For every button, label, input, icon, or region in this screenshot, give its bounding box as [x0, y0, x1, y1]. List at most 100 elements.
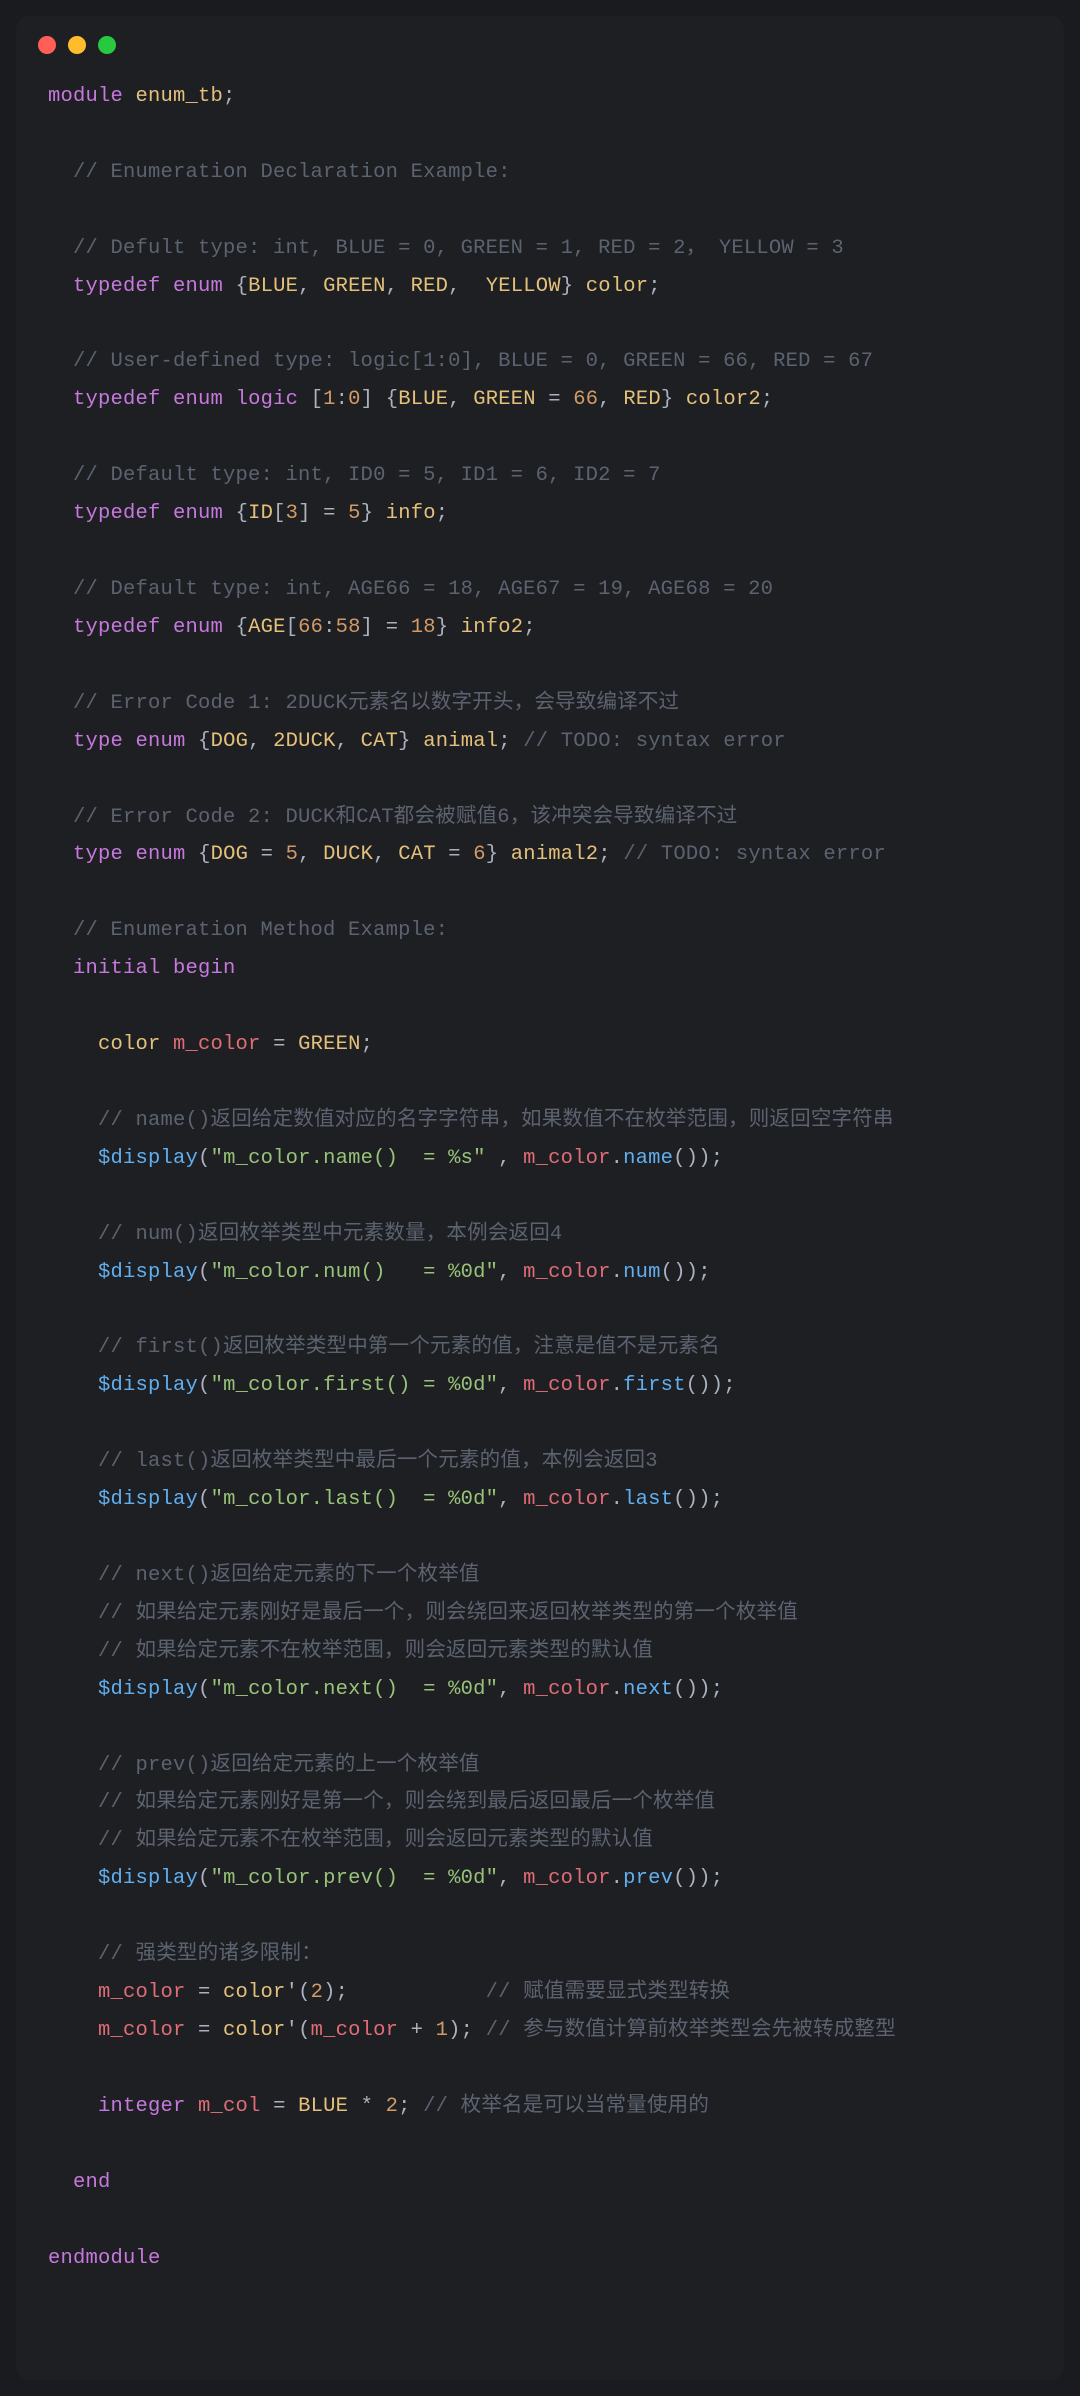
number: 1 [323, 388, 336, 411]
variable: m_color [523, 1261, 611, 1284]
code-window: module enum_tb; // Enumeration Declarati… [16, 16, 1064, 2380]
type-name: info [386, 502, 436, 525]
variable: m_col [198, 2095, 261, 2118]
keyword-typedef: typedef [73, 275, 161, 298]
type-name: animal [423, 730, 498, 753]
number: 66 [573, 388, 598, 411]
enum-val: RED [623, 388, 661, 411]
keyword-type: type [73, 843, 123, 866]
enum-val: BLUE [298, 2095, 348, 2118]
comment: // Default type: int, ID0 = 5, ID1 = 6, … [73, 464, 661, 487]
enum-val: GREEN [298, 1033, 361, 1056]
enum-val: CAT [361, 730, 399, 753]
type-name: color2 [686, 388, 761, 411]
string: "m_color.name() = %s" [211, 1147, 486, 1170]
variable: m_color [173, 1033, 261, 1056]
number: 5 [348, 502, 361, 525]
variable: m_color [523, 1147, 611, 1170]
keyword-enum: enum [173, 616, 223, 639]
keyword-module: module [48, 85, 123, 108]
number: 6 [473, 843, 486, 866]
enum-val: DUCK [323, 843, 373, 866]
fn-display: $display [98, 1147, 198, 1170]
comment: // next()返回给定元素的下一个枚举值 [98, 1564, 480, 1587]
close-icon[interactable] [38, 36, 56, 54]
method-name: name [623, 1147, 673, 1170]
comment: // name()返回给定数值对应的名字字符串，如果数值不在枚举范围，则返回空字… [98, 1109, 894, 1132]
string: "m_color.first() = %0d" [211, 1374, 499, 1397]
method-prev: prev [623, 1867, 673, 1890]
variable: m_color [523, 1867, 611, 1890]
number: 2 [311, 1981, 324, 2004]
enum-val: RED [411, 275, 449, 298]
variable: m_color [311, 2019, 399, 2042]
method-num: num [623, 1261, 661, 1284]
number: 3 [286, 502, 299, 525]
method-first: first [623, 1374, 686, 1397]
enum-val: YELLOW [486, 275, 561, 298]
method-last: last [623, 1488, 673, 1511]
comment-todo: // TODO: syntax error [623, 843, 886, 866]
comment: // Defult type: int, BLUE = 0, GREEN = 1… [73, 237, 844, 260]
enum-val: ID [248, 502, 273, 525]
fn-display: $display [98, 1488, 198, 1511]
enum-val: GREEN [323, 275, 386, 298]
number: 2 [386, 2095, 399, 2118]
string: "m_color.prev() = %0d" [211, 1867, 499, 1890]
type-cast: color [223, 2019, 286, 2042]
type-name: color [98, 1033, 161, 1056]
enum-val: 2DUCK [273, 730, 336, 753]
enum-val: BLUE [398, 388, 448, 411]
number: 1 [436, 2019, 449, 2042]
comment: // 如果给定元素刚好是第一个，则会绕到最后返回最后一个枚举值 [98, 1791, 715, 1814]
minimize-icon[interactable] [68, 36, 86, 54]
comment: // 枚举名是可以当常量使用的 [423, 2095, 709, 2118]
keyword-enum: enum [136, 843, 186, 866]
comment: // prev()返回给定元素的上一个枚举值 [98, 1754, 480, 1777]
maximize-icon[interactable] [98, 36, 116, 54]
comment: // 如果给定元素刚好是最后一个，则会绕回来返回枚举类型的第一个枚举值 [98, 1602, 798, 1625]
variable: m_color [98, 2019, 186, 2042]
number: 66 [298, 616, 323, 639]
keyword-enum: enum [173, 388, 223, 411]
keyword-enum: enum [136, 730, 186, 753]
comment: // first()返回枚举类型中第一个元素的值，注意是值不是元素名 [98, 1336, 720, 1359]
type-name: color [586, 275, 649, 298]
comment: // User-defined type: logic[1:0], BLUE =… [73, 350, 873, 373]
string: "m_color.next() = %0d" [211, 1678, 499, 1701]
variable: m_color [98, 1981, 186, 2004]
comment: // num()返回枚举类型中元素数量，本例会返回4 [98, 1223, 562, 1246]
comment: // 参与数值计算前枚举类型会先被转成整型 [486, 2019, 896, 2042]
keyword-integer: integer [98, 2095, 186, 2118]
comment: // 赋值需要显式类型转换 [486, 1981, 731, 2004]
enum-val: DOG [211, 730, 249, 753]
method-next: next [623, 1678, 673, 1701]
comment: // Error Code 2: DUCK和CAT都会被赋值6，该冲突会导致编译… [73, 806, 737, 829]
comment: // Enumeration Declaration Example: [73, 161, 511, 184]
string: "m_color.last() = %0d" [211, 1488, 499, 1511]
number: 58 [336, 616, 361, 639]
keyword-enum: enum [173, 502, 223, 525]
type-cast: color [223, 1981, 286, 2004]
keyword-initial: initial [73, 957, 161, 980]
enum-val: CAT [398, 843, 436, 866]
keyword-typedef: typedef [73, 616, 161, 639]
comment: // 强类型的诸多限制： [98, 1943, 322, 1966]
comment: // Default type: int, AGE66 = 18, AGE67 … [73, 578, 773, 601]
type-name: animal2 [511, 843, 599, 866]
enum-val: BLUE [248, 275, 298, 298]
variable: m_color [523, 1678, 611, 1701]
string: "m_color.num() = %0d" [211, 1261, 499, 1284]
comment-todo: // TODO: syntax error [523, 730, 786, 753]
variable: m_color [523, 1374, 611, 1397]
keyword-type: type [73, 730, 123, 753]
keyword-typedef: typedef [73, 388, 161, 411]
fn-display: $display [98, 1374, 198, 1397]
keyword-enum: enum [173, 275, 223, 298]
keyword-begin: begin [173, 957, 236, 980]
number: 18 [411, 616, 436, 639]
enum-val: AGE [248, 616, 286, 639]
fn-display: $display [98, 1678, 198, 1701]
keyword-typedef: typedef [73, 502, 161, 525]
comment: // 如果给定元素不在枚举范围，则会返回元素类型的默认值 [98, 1640, 653, 1663]
